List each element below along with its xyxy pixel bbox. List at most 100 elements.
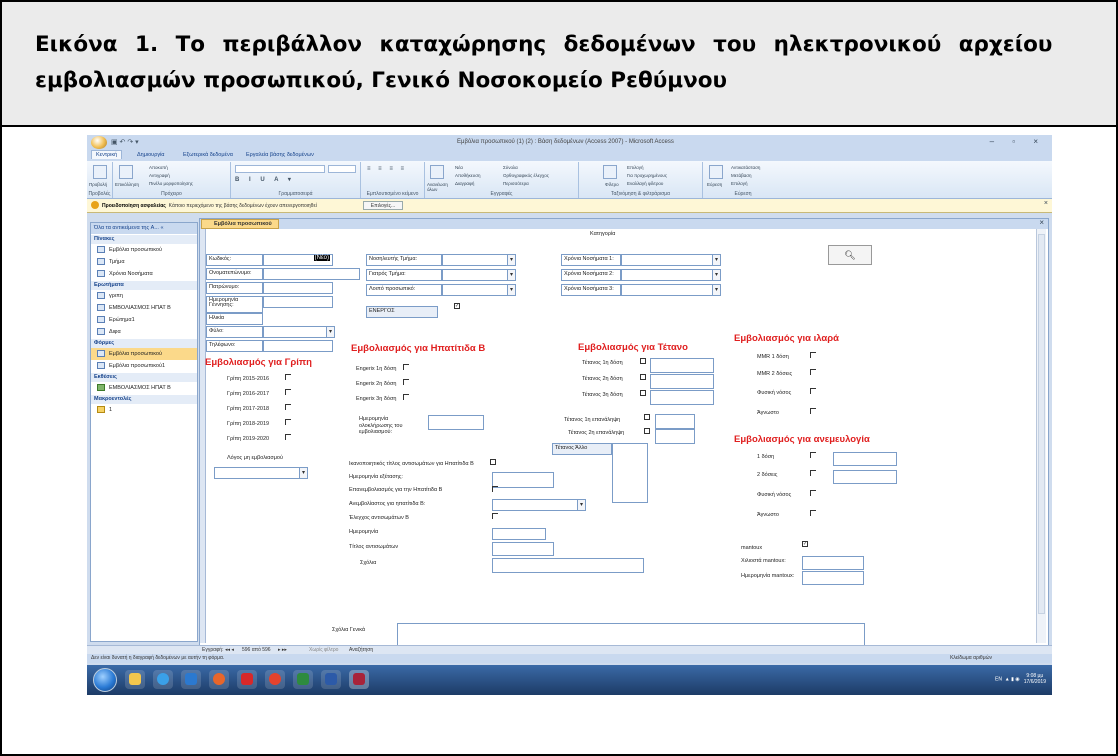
copy-button[interactable]: Αντιγραφή (149, 173, 170, 178)
ie-icon[interactable] (153, 670, 173, 689)
flu-2016-checkbox[interactable] (285, 389, 291, 395)
totals-button[interactable]: Σύνολα (503, 165, 518, 170)
nurse-dept-dropdown[interactable] (442, 254, 516, 266)
varicella-natural-checkbox[interactable] (810, 490, 816, 496)
nav-item-report[interactable]: ΕΜΒΟΛΙΑΣΜΟΣ ΗΠΑΤ Β (91, 382, 197, 394)
hepb-date-field[interactable] (492, 528, 546, 540)
tetanus-2-field[interactable] (650, 374, 714, 389)
nav-item-query[interactable]: γριπη (91, 290, 197, 302)
nav-item-query[interactable]: Ερώτημα1 (91, 314, 197, 326)
office-button-icon[interactable] (91, 136, 107, 149)
record-position[interactable]: 596 από 596 (242, 647, 271, 653)
nav-section-reports[interactable]: Εκθέσεις (91, 373, 197, 382)
record-nav-next-last[interactable]: ▸ ▸▸ (278, 647, 287, 653)
tetanus-3-field[interactable] (650, 390, 714, 405)
flu-2019-checkbox[interactable] (285, 434, 291, 440)
filter-status[interactable]: Χωρίς φίλτρο (309, 647, 338, 653)
find-button[interactable] (709, 165, 723, 179)
mantoux-date-field[interactable] (802, 571, 864, 585)
paste-button[interactable] (119, 165, 133, 179)
record-nav-first-prev[interactable]: ◂◂ ◂ (225, 647, 234, 653)
flu-2015-checkbox[interactable] (285, 374, 291, 380)
tetanus-3-checkbox[interactable] (640, 390, 646, 396)
father-name-field[interactable] (263, 282, 333, 294)
tab-home[interactable]: Κεντρική (91, 150, 123, 159)
tetanus-1-checkbox[interactable] (640, 358, 646, 364)
nav-section-tables[interactable]: Πίνακες (91, 235, 197, 244)
selection-button[interactable]: Επιλογή (627, 165, 644, 170)
varicella-1-checkbox[interactable] (810, 452, 816, 458)
font-size-box[interactable] (328, 165, 356, 173)
access-icon[interactable] (349, 670, 369, 689)
mantoux-checkbox[interactable]: ✓ (802, 541, 808, 547)
hepb-revaccination-checkbox[interactable] (492, 486, 498, 492)
document-tab[interactable]: Εμβόλια προσωπικού (201, 219, 279, 229)
window-controls[interactable]: – ▫ × (990, 137, 1046, 146)
mmr-1-checkbox[interactable] (810, 352, 816, 358)
chrome-icon[interactable] (265, 670, 285, 689)
nav-section-macros[interactable]: Μακροεντολές (91, 395, 197, 404)
dob-field[interactable] (263, 296, 333, 308)
flu-reason-dropdown[interactable] (214, 467, 308, 479)
hepb-titer-field[interactable] (492, 542, 554, 556)
vertical-scrollbar[interactable] (1036, 229, 1046, 643)
nav-pane-header[interactable]: Όλα τα αντικείμενα της A... « (91, 223, 197, 234)
nav-item-macro[interactable]: 1 (91, 404, 197, 416)
varicella-1-field[interactable] (833, 452, 897, 466)
hepb-nonvac-dropdown[interactable] (492, 499, 586, 511)
paragraph-buttons[interactable]: ≡ ≡ ≡ ≡ (367, 166, 417, 182)
word-icon[interactable] (321, 670, 341, 689)
other-staff-dropdown[interactable] (442, 284, 516, 296)
nav-item-table[interactable]: Χρόνια Νοσήματα (91, 268, 197, 280)
font-format-buttons[interactable]: B I U A ▾ (235, 176, 355, 184)
tetanus-2-checkbox[interactable] (640, 374, 646, 380)
sex-dropdown[interactable] (263, 326, 335, 338)
hepb-comments-field[interactable] (492, 558, 644, 573)
delete-record-button[interactable]: Διαγραφή (455, 181, 474, 186)
toggle-filter-button[interactable]: Εναλλαγή φίλτρου (627, 181, 663, 186)
format-painter-button[interactable]: Πινέλο μορφοποίησης (149, 181, 193, 186)
chronic-2-dropdown[interactable] (621, 269, 721, 281)
view-button[interactable] (93, 165, 107, 179)
hepb-completion-field[interactable] (428, 415, 484, 430)
tetanus-other-field[interactable] (612, 443, 648, 503)
tetanus-booster-2-field[interactable] (655, 429, 695, 444)
security-options-button[interactable]: Επιλογές... (363, 201, 403, 210)
measles-unknown-checkbox[interactable] (810, 408, 816, 414)
search-button[interactable]: 🔍︎ (828, 245, 872, 265)
scroll-thumb[interactable] (1038, 234, 1045, 614)
hepb-ab-check-checkbox[interactable] (492, 513, 498, 519)
tab-external-data[interactable]: Εξωτερικά δεδομένα (179, 151, 237, 159)
chronic-3-dropdown[interactable] (621, 284, 721, 296)
hepb-titer-checkbox[interactable] (490, 459, 496, 465)
tetanus-booster-2-checkbox[interactable] (644, 428, 650, 434)
hepb-exam-date-field[interactable] (492, 472, 554, 488)
mantoux-result-field[interactable] (802, 556, 864, 570)
engerix-2-checkbox[interactable] (403, 379, 409, 385)
excel-icon[interactable] (293, 670, 313, 689)
name-field[interactable] (263, 268, 360, 280)
nav-item-table[interactable]: Εμβόλια προσωπικού (91, 244, 197, 256)
engerix-1-checkbox[interactable] (403, 364, 409, 370)
firefox-icon[interactable] (209, 670, 229, 689)
explorer-icon[interactable] (125, 670, 145, 689)
tetanus-1-field[interactable] (650, 358, 714, 373)
font-name-box[interactable] (235, 165, 325, 173)
advanced-filter-button[interactable]: Για προχωρημένους (627, 173, 667, 178)
nav-item-form-selected[interactable]: Εμβόλια προσωπικού (91, 348, 197, 360)
start-button-icon[interactable] (93, 668, 117, 692)
record-search-box[interactable]: Αναζήτηση (349, 647, 373, 653)
doctor-dept-dropdown[interactable] (442, 269, 516, 281)
varicella-2-checkbox[interactable] (810, 470, 816, 476)
measles-natural-checkbox[interactable] (810, 388, 816, 394)
close-document-icon[interactable]: × (1039, 218, 1044, 227)
more-button[interactable]: Περισσότερα (503, 181, 529, 186)
filter-button[interactable] (603, 165, 617, 179)
cut-button[interactable]: Αποκοπή (149, 165, 168, 170)
refresh-button[interactable] (430, 165, 444, 179)
nav-section-queries[interactable]: Ερωτήματα (91, 281, 197, 290)
tetanus-booster-1-field[interactable] (655, 414, 695, 429)
outlook-icon[interactable] (181, 670, 201, 689)
replace-button[interactable]: Αντικατάσταση (731, 165, 760, 170)
spelling-button[interactable]: Ορθογραφικός έλεγχος (503, 173, 549, 178)
